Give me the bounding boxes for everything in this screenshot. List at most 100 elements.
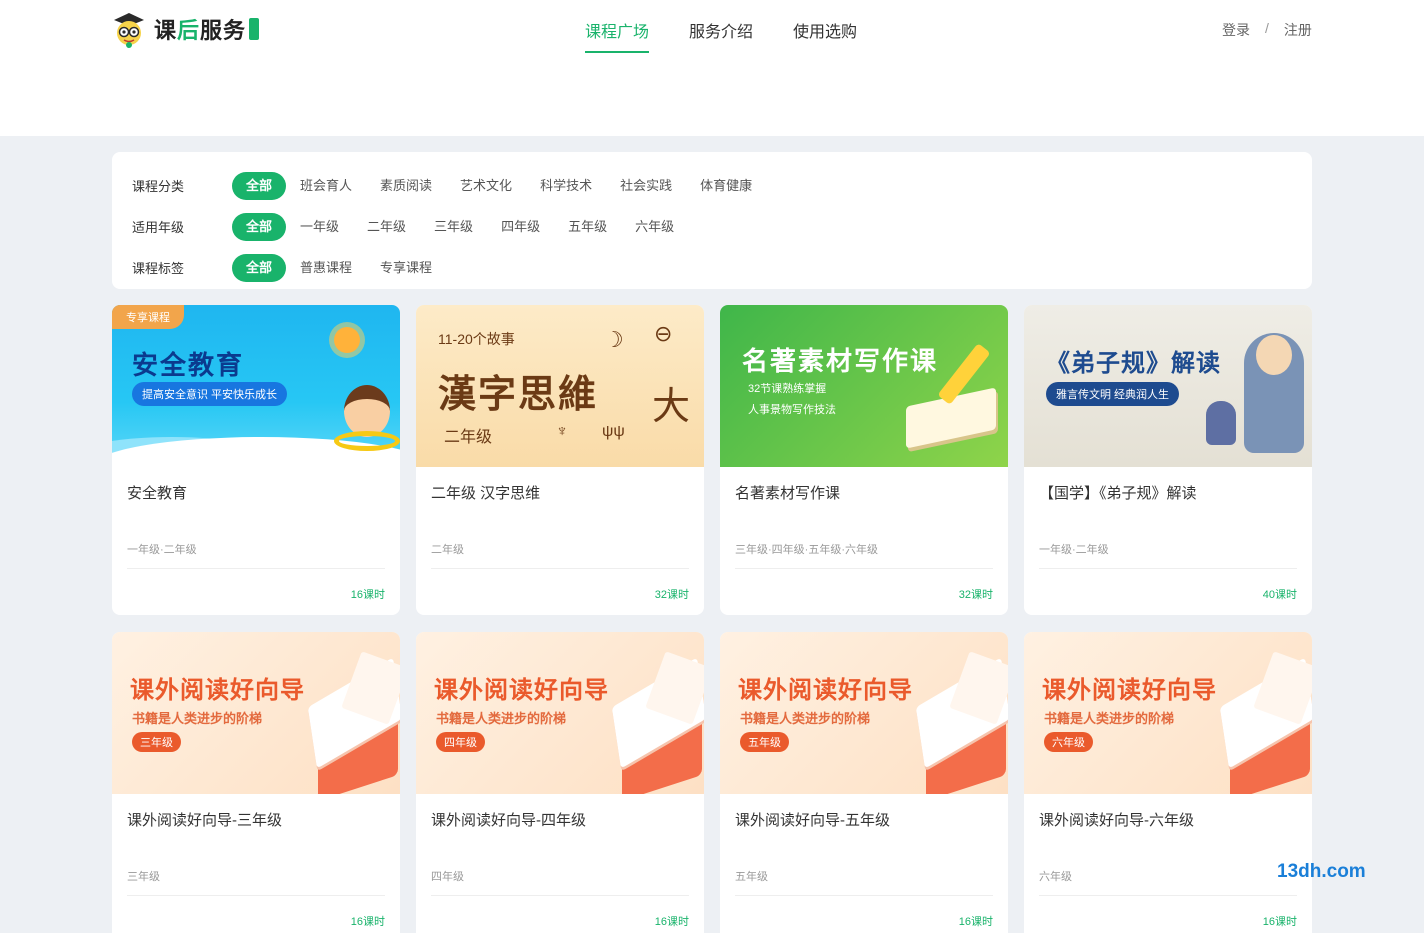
nav-service-intro[interactable]: 服务介绍 (689, 18, 753, 53)
chip-grade-all[interactable]: 全部 (232, 212, 287, 241)
swim-ring-illustration (334, 431, 400, 451)
course-thumbnail[interactable]: 11-20个故事 漢字思維 二年级 ☽ ⊖ 大 ♆ ψψ (416, 305, 704, 467)
moon-glyph-icon: ☽ (604, 327, 624, 352)
chip-grade-1[interactable]: 一年级 (286, 213, 353, 241)
thumb-grade: 二年级 (444, 429, 493, 446)
register-link[interactable]: 注册 (1284, 20, 1312, 40)
chip-category-art[interactable]: 艺术文化 (446, 172, 526, 200)
thumb-heading: 课外阅读好向导 (434, 677, 609, 704)
nav-course-plaza[interactable]: 课程广场 (585, 18, 650, 53)
filter-row-grade: 适用年级 全部 一年级 二年级 三年级 四年级 五年级 六年级 (132, 206, 1292, 247)
mascot-icon (114, 13, 144, 48)
course-grades: 一年级·二年级 (127, 544, 197, 556)
filter-label: 课程标签 (132, 261, 185, 276)
card-divider (431, 895, 689, 896)
thumb-heading: 课外阅读好向导 (1042, 677, 1217, 704)
sun-icon (334, 327, 360, 353)
filter-row-tag: 课程标签 全部 普惠课程 专享课程 (132, 247, 1292, 288)
chip-category-reading[interactable]: 素质阅读 (366, 172, 446, 200)
course-thumbnail[interactable]: 专享课程 安全教育 提高安全意识 平安快乐成长 (112, 305, 400, 467)
chip-tag-exclusive[interactable]: 专享课程 (366, 254, 446, 282)
thumb-line: 人事景物写作技法 (748, 404, 836, 416)
thumb-subheading: 书籍是人类进步的阶梯 (436, 711, 567, 726)
course-card[interactable]: 课外阅读好向导 书籍是人类进步的阶梯 六年级 课外阅读好向导-六年级 六年级 1… (1024, 632, 1312, 933)
course-grades: 六年级 (1039, 871, 1072, 883)
watermark: 13dh.com (1277, 861, 1366, 882)
chip-category-social[interactable]: 社会实践 (606, 172, 686, 200)
logo[interactable]: 课后服务 (110, 10, 260, 48)
course-thumbnail[interactable]: 名著素材写作课 32节课熟练掌握 人事景物写作技法 (720, 305, 1008, 467)
chip-grade-5[interactable]: 五年级 (554, 213, 621, 241)
course-thumbnail[interactable]: 课外阅读好向导 书籍是人类进步的阶梯 五年级 (720, 632, 1008, 794)
course-grades: 五年级 (735, 871, 768, 883)
chip-tag-all[interactable]: 全部 (232, 253, 287, 282)
filter-panel: 课程分类 全部 班会育人 素质阅读 艺术文化 科学技术 社会实践 体育健康 适用… (112, 152, 1312, 289)
main-nav: 课程广场 服务介绍 使用选购 (585, 18, 897, 53)
chip-grade-4[interactable]: 四年级 (487, 213, 554, 241)
chip-category-class[interactable]: 班会育人 (286, 172, 366, 200)
course-hours: 16课时 (350, 916, 385, 928)
chip-grade-3[interactable]: 三年级 (420, 213, 487, 241)
card-divider (127, 895, 385, 896)
course-grades: 三年级 (127, 871, 160, 883)
course-grades: 二年级 (431, 544, 464, 556)
course-title[interactable]: 【国学】《弟子规》解读 (1039, 482, 1197, 503)
filter-label: 适用年级 (132, 220, 185, 235)
course-card[interactable]: 11-20个故事 漢字思維 二年级 ☽ ⊖ 大 ♆ ψψ 二年级 汉字思维 二年… (416, 305, 704, 615)
course-title[interactable]: 课外阅读好向导-三年级 (127, 809, 282, 830)
course-hours: 40课时 (1262, 589, 1297, 601)
exclusive-tag: 专享课程 (112, 305, 184, 329)
fire-glyph-icon: ♆ (556, 423, 568, 440)
course-card[interactable]: 课外阅读好向导 书籍是人类进步的阶梯 四年级 课外阅读好向导-四年级 四年级 1… (416, 632, 704, 933)
course-card[interactable]: 专享课程 安全教育 提高安全意识 平安快乐成长 安全教育 一年级·二年级 16课… (112, 305, 400, 615)
thumb-subheading: 书籍是人类进步的阶梯 (740, 711, 871, 726)
thumb-grade-badge: 六年级 (1044, 732, 1093, 752)
course-title[interactable]: 课外阅读好向导-四年级 (431, 809, 586, 830)
course-title[interactable]: 课外阅读好向导-五年级 (735, 809, 890, 830)
chip-category-sports[interactable]: 体育健康 (686, 172, 766, 200)
sun-glyph-icon: ⊖ (654, 321, 673, 346)
course-title[interactable]: 安全教育 (127, 482, 187, 503)
thumb-heading: 漢字思維 (438, 371, 599, 416)
course-grades: 三年级·四年级·五年级·六年级 (735, 544, 878, 556)
filter-row-category: 课程分类 全部 班会育人 素质阅读 艺术文化 科学技术 社会实践 体育健康 (132, 165, 1292, 206)
auth-links: 登录 / 注册 (1222, 20, 1312, 40)
course-title[interactable]: 课外阅读好向导-六年级 (1039, 809, 1194, 830)
course-title[interactable]: 名著素材写作课 (735, 482, 840, 503)
thumb-line: 32节课熟练掌握 (748, 383, 827, 395)
chip-grade-2[interactable]: 二年级 (353, 213, 420, 241)
thumb-heading: 名著素材写作课 (742, 346, 939, 376)
thumb-heading: 课外阅读好向导 (130, 677, 305, 704)
course-card[interactable]: 《弟子规》解读 雅言传文明 经典润人生 【国学】《弟子规》解读 一年级·二年级 … (1024, 305, 1312, 615)
chip-category-science[interactable]: 科学技术 (526, 172, 606, 200)
filter-label: 课程分类 (132, 179, 185, 194)
thumb-heading: 安全教育 (132, 350, 245, 380)
thumb-tagline: 雅言传文明 经典润人生 (1046, 382, 1180, 406)
course-thumbnail[interactable]: 课外阅读好向导 书籍是人类进步的阶梯 六年级 (1024, 632, 1312, 794)
chip-category-all[interactable]: 全部 (232, 171, 287, 200)
course-title[interactable]: 二年级 汉字思维 (431, 482, 540, 503)
child-illustration (1206, 401, 1236, 445)
thumb-grade-badge: 四年级 (436, 732, 485, 752)
sage-face-illustration (1256, 335, 1292, 375)
course-hours: 16课时 (1262, 916, 1297, 928)
chip-tag-public[interactable]: 普惠课程 (286, 254, 366, 282)
course-hours: 16课时 (958, 916, 993, 928)
course-card[interactable]: 名著素材写作课 32节课熟练掌握 人事景物写作技法 名著素材写作课 三年级·四年… (720, 305, 1008, 615)
chip-grade-6[interactable]: 六年级 (621, 213, 688, 241)
course-hours: 16课时 (654, 916, 689, 928)
card-divider (1039, 895, 1297, 896)
login-link[interactable]: 登录 (1222, 20, 1250, 40)
course-thumbnail[interactable]: 《弟子规》解读 雅言传文明 经典润人生 (1024, 305, 1312, 467)
course-card[interactable]: 课外阅读好向导 书籍是人类进步的阶梯 三年级 课外阅读好向导-三年级 三年级 1… (112, 632, 400, 933)
thumb-tagline: 提高安全意识 平安快乐成长 (132, 382, 288, 406)
course-thumbnail[interactable]: 课外阅读好向导 书籍是人类进步的阶梯 三年级 (112, 632, 400, 794)
course-hours: 16课时 (350, 589, 385, 601)
card-divider (127, 568, 385, 569)
course-hours: 32课时 (654, 589, 689, 601)
thumb-subheading: 11-20个故事 (438, 331, 515, 347)
course-card[interactable]: 课外阅读好向导 书籍是人类进步的阶梯 五年级 课外阅读好向导-五年级 五年级 1… (720, 632, 1008, 933)
course-thumbnail[interactable]: 课外阅读好向导 书籍是人类进步的阶梯 四年级 (416, 632, 704, 794)
header: 课后服务 课程广场 服务介绍 使用选购 登录 / 注册 (0, 0, 1424, 136)
nav-purchase[interactable]: 使用选购 (793, 18, 857, 53)
